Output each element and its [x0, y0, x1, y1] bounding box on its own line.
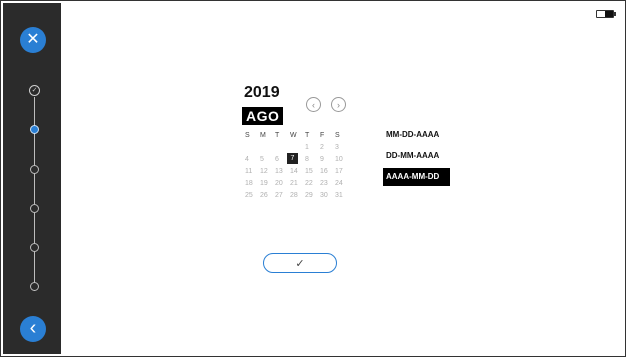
calendar-grid: S M T W T F S 1 2 3 4 5 6 7 8 9 10 11 12 13 14 15 16 17 18 19 20 21…	[243, 129, 351, 201]
calendar-day[interactable]: 11	[243, 165, 258, 177]
calendar-day[interactable]: 12	[258, 165, 273, 177]
weekday-header: F	[320, 131, 325, 139]
calendar-day[interactable]: 30	[318, 189, 333, 201]
calendar-day[interactable]: 27	[273, 189, 288, 201]
weekday-header: T	[275, 131, 280, 139]
prev-month-button[interactable]: ‹	[306, 97, 321, 112]
chevron-left-icon: ‹	[312, 99, 315, 110]
calendar-day[interactable]: 13	[273, 165, 288, 177]
battery-icon	[596, 10, 616, 18]
weekday-header: S	[335, 131, 340, 139]
year-label[interactable]: 2019	[244, 84, 280, 102]
calendar-day[interactable]: 19	[258, 177, 273, 189]
calendar-day[interactable]: 4	[243, 153, 258, 165]
empty-cell	[258, 141, 273, 153]
calendar-day[interactable]: 2	[318, 141, 333, 153]
calendar-day[interactable]: 18	[243, 177, 258, 189]
weekday-header: T	[305, 131, 310, 139]
weekday-header: M	[260, 131, 266, 139]
calendar-day[interactable]: 10	[333, 153, 348, 165]
format-option-mm-dd-aaaa[interactable]: MM-DD-AAAA	[386, 130, 439, 139]
calendar-day[interactable]: 23	[318, 177, 333, 189]
step-3	[30, 165, 39, 174]
step-6	[30, 282, 39, 291]
close-button[interactable]: ✕	[20, 27, 46, 53]
chevron-left-icon: ‹	[29, 317, 37, 339]
chevron-right-icon: ›	[337, 99, 340, 110]
calendar-day[interactable]: 29	[303, 189, 318, 201]
format-option-aaaa-mm-dd[interactable]: AAAA-MM-DD	[383, 168, 451, 186]
confirm-button[interactable]: ✓	[263, 253, 337, 273]
empty-cell	[243, 141, 258, 153]
step-5	[30, 243, 39, 252]
check-icon: ✓	[295, 257, 305, 270]
step-4	[30, 204, 39, 213]
calendar-day[interactable]: 9	[318, 153, 333, 165]
step-2-active	[30, 125, 39, 134]
calendar-day[interactable]: 21	[288, 177, 303, 189]
calendar-day[interactable]: 24	[333, 177, 348, 189]
format-option-dd-mm-aaaa[interactable]: DD-MM-AAAA	[386, 151, 439, 160]
calendar-day[interactable]: 16	[318, 165, 333, 177]
back-button[interactable]: ‹	[20, 316, 46, 342]
calendar-day[interactable]: 26	[258, 189, 273, 201]
calendar-day[interactable]: 28	[288, 189, 303, 201]
close-icon: ✕	[26, 31, 40, 48]
next-month-button[interactable]: ›	[331, 97, 346, 112]
calendar-day[interactable]: 25	[243, 189, 258, 201]
calendar-day[interactable]: 8	[303, 153, 318, 165]
empty-cell	[288, 141, 303, 153]
step-1-done: ✓	[29, 85, 40, 96]
calendar-day[interactable]: 31	[333, 189, 348, 201]
calendar-day[interactable]: 1	[303, 141, 318, 153]
calendar-day[interactable]: 3	[333, 141, 348, 153]
month-label[interactable]: AGO	[242, 107, 284, 125]
calendar-day[interactable]: 14	[288, 165, 303, 177]
calendar-day[interactable]: 17	[333, 165, 348, 177]
check-icon: ✓	[31, 87, 38, 94]
empty-cell	[273, 141, 288, 153]
calendar-day-selected[interactable]: 7	[287, 153, 298, 164]
weekday-header: S	[245, 131, 250, 139]
sidebar: ✕ ✓ ‹	[3, 3, 61, 354]
calendar-day[interactable]: 6	[273, 153, 288, 165]
weekday-header: W	[290, 131, 297, 139]
calendar-day[interactable]: 20	[273, 177, 288, 189]
calendar-day[interactable]: 22	[303, 177, 318, 189]
calendar-day[interactable]: 5	[258, 153, 273, 165]
calendar-day[interactable]: 15	[303, 165, 318, 177]
